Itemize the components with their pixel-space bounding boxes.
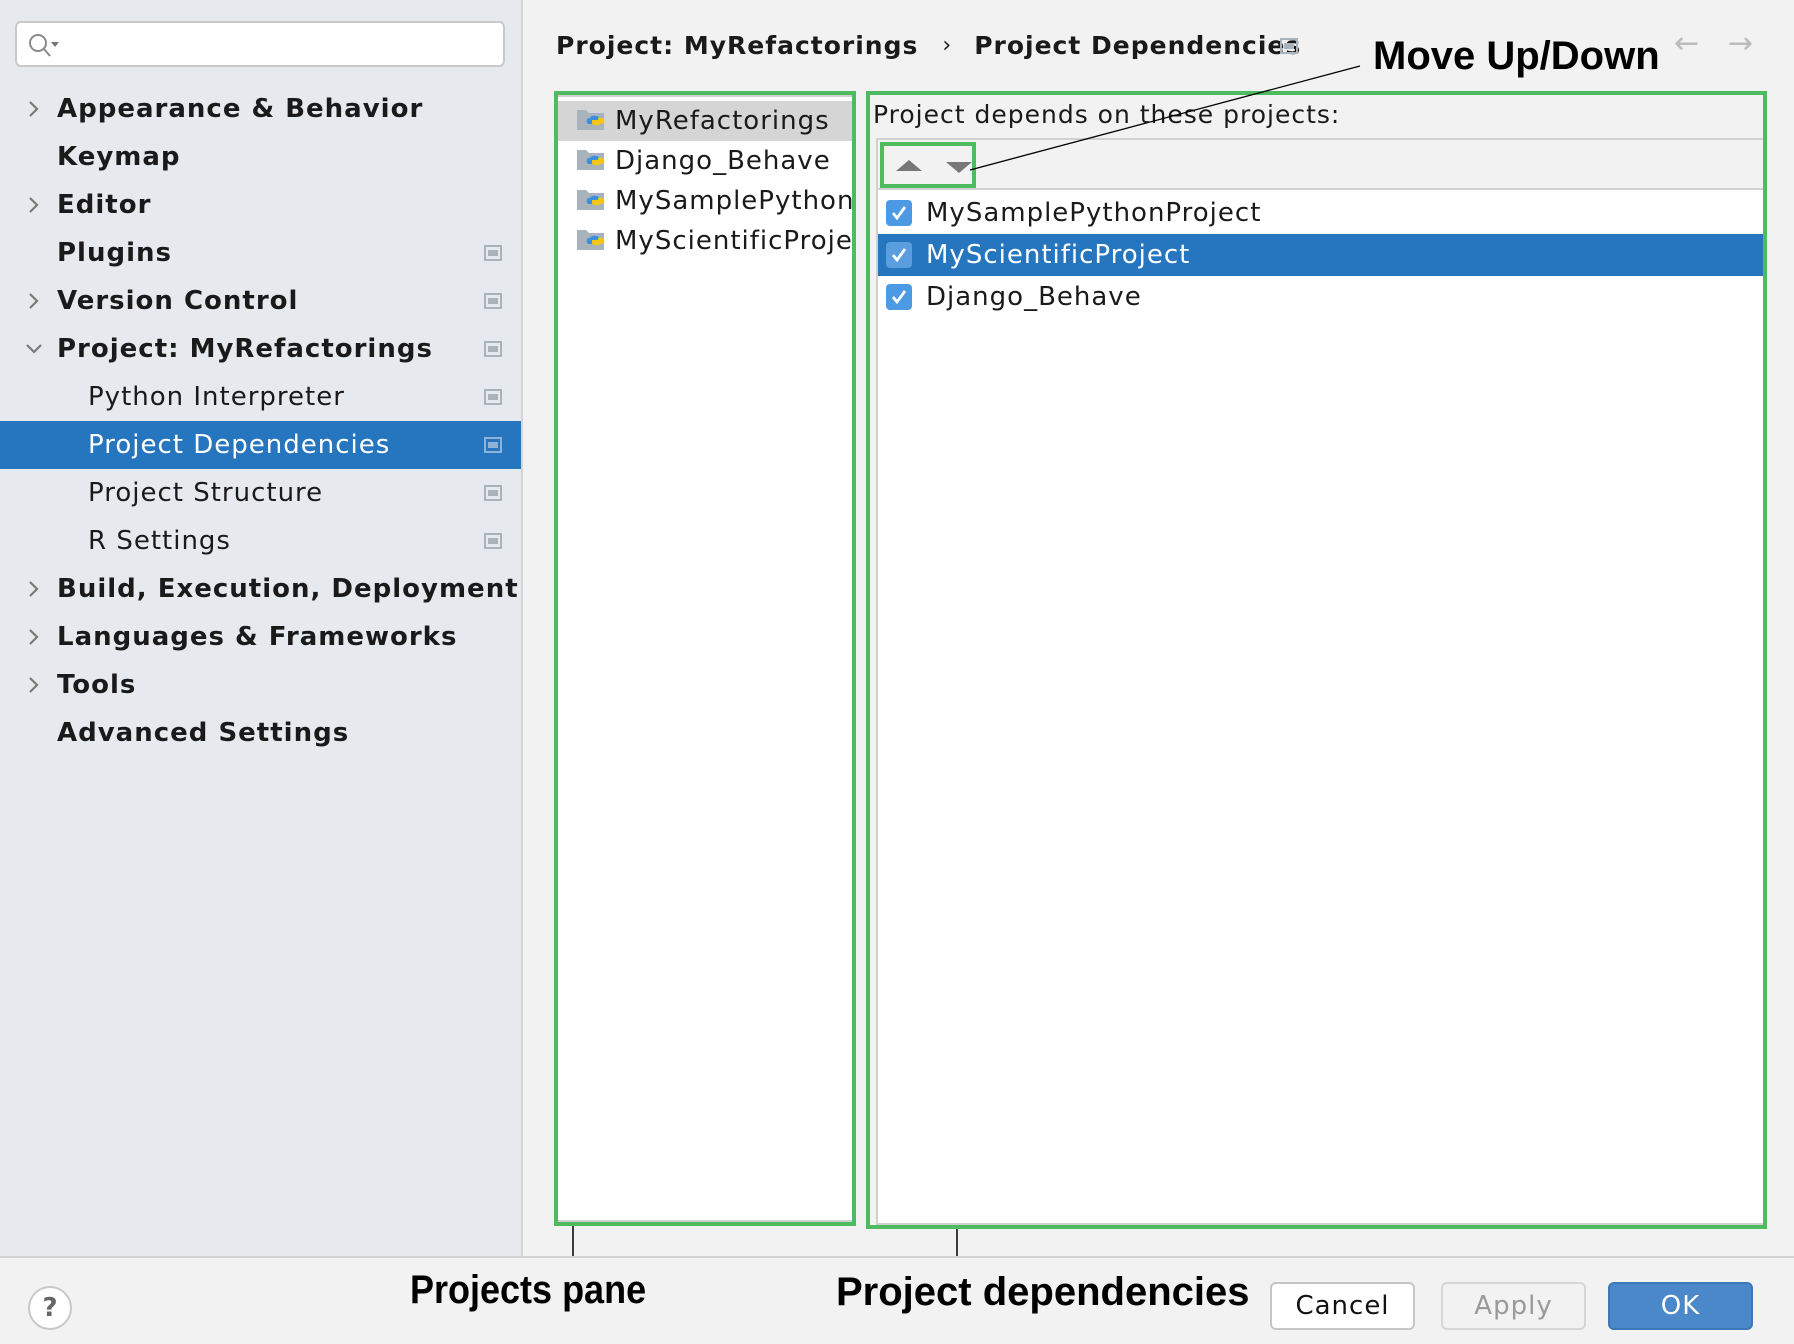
dependency-list-item[interactable]: MyScientificProject [878, 234, 1763, 276]
sidebar-item-label: Project: MyRefactorings [57, 334, 433, 364]
search-icon [29, 34, 59, 57]
breadcrumb-project[interactable]: Project: MyRefactorings [556, 31, 918, 60]
project-scope-icon [484, 293, 502, 309]
sidebar-item-label: Tools [57, 670, 137, 700]
project-scope-icon [1280, 38, 1298, 54]
sidebar-item-label: Build, Execution, Deployment [57, 574, 519, 604]
checkmark-icon [891, 206, 907, 221]
dependency-checkbox[interactable] [886, 200, 912, 226]
sidebar-item-label: Version Control [57, 286, 299, 316]
sidebar-item-label: Plugins [57, 238, 172, 268]
dependencies-pane: Project depends on these projects: MySam… [866, 91, 1767, 1229]
dependency-checkbox[interactable] [886, 284, 912, 310]
project-scope-icon [484, 437, 502, 453]
cancel-button[interactable]: Cancel [1270, 1282, 1415, 1330]
sidebar-item-label: Appearance & Behavior [57, 94, 424, 124]
dependency-name: MySamplePythonProject [926, 198, 1262, 228]
dependencies-title: Project depends on these projects: [873, 100, 1341, 129]
project-list-item[interactable]: MyRefactorings [558, 101, 852, 141]
dependency-name: MyScientificProject [926, 240, 1191, 270]
python-project-folder-icon [576, 146, 606, 176]
sidebar-item-label: Languages & Frameworks [57, 622, 458, 652]
project-name: MySamplePythonProject [615, 186, 855, 216]
chevron-right-icon[interactable] [24, 579, 44, 599]
project-scope-icon [484, 533, 502, 549]
sidebar-item-project-myrefactorings[interactable]: Project: MyRefactorings [0, 325, 521, 373]
breadcrumb: Project: MyRefactorings › Project Depend… [556, 28, 1301, 62]
sidebar-item-label: Advanced Settings [57, 718, 350, 748]
project-list-item[interactable]: MySamplePythonProject [558, 181, 852, 221]
project-scope-icon [484, 485, 502, 501]
back-arrow-icon[interactable]: ← [1674, 26, 1699, 61]
sidebar-item-languages-frameworks[interactable]: Languages & Frameworks [0, 613, 521, 661]
sidebar-item-label: Editor [57, 190, 152, 220]
sidebar-item-project-structure[interactable]: Project Structure [0, 469, 521, 517]
breadcrumb-current: Project Dependencies [974, 30, 1302, 60]
annotation-move-up-down: Move Up/Down [1373, 34, 1660, 78]
chevron-right-icon[interactable] [24, 195, 44, 215]
move-down-button[interactable] [946, 162, 972, 173]
sidebar-item-plugins[interactable]: Plugins [0, 229, 521, 277]
sidebar-item-editor[interactable]: Editor [0, 181, 521, 229]
project-list-item[interactable]: Django_Behave [558, 141, 852, 181]
project-name: MyScientificProject [615, 226, 856, 256]
sidebar-item-build-execution-deployment[interactable]: Build, Execution, Deployment [0, 565, 521, 613]
dependency-checkbox[interactable] [886, 242, 912, 268]
move-up-button[interactable] [896, 160, 922, 171]
apply-button[interactable]: Apply [1441, 1282, 1586, 1330]
chevron-right-icon[interactable] [24, 99, 44, 119]
sidebar-item-label: Keymap [57, 142, 181, 172]
forward-arrow-icon[interactable]: → [1728, 26, 1753, 61]
sidebar-item-python-interpreter[interactable]: Python Interpreter [0, 373, 521, 421]
annotation-project-dependencies: Project dependencies [836, 1270, 1250, 1314]
sidebar-item-project-dependencies[interactable]: Project Dependencies [0, 421, 521, 469]
search-input[interactable] [15, 21, 505, 67]
project-list-item[interactable]: MyScientificProject [558, 221, 852, 261]
projects-pane: MyRefactorings Django_Behave MySamplePytho… [554, 91, 856, 1226]
python-project-folder-icon [576, 106, 606, 136]
checkmark-icon [891, 290, 907, 305]
sidebar-item-advanced-settings[interactable]: Advanced Settings [0, 709, 521, 757]
sidebar-item-tools[interactable]: Tools [0, 661, 521, 709]
chevron-down-icon[interactable] [24, 339, 44, 359]
chevron-right-icon[interactable] [24, 627, 44, 647]
annotation-projects-pane: Projects pane [410, 1268, 647, 1312]
dependency-list-item[interactable]: Django_Behave [878, 276, 1763, 318]
project-scope-icon [484, 245, 502, 261]
dependencies-list: MySamplePythonProject MyScientificProject… [876, 138, 1763, 1225]
python-project-folder-icon [576, 226, 606, 256]
ok-button[interactable]: OK [1608, 1282, 1753, 1330]
sidebar-item-label: Project Dependencies [88, 430, 391, 460]
sidebar-item-r-settings[interactable]: R Settings [0, 517, 521, 565]
breadcrumb-separator: › [942, 32, 953, 58]
sidebar-item-label: Project Structure [88, 478, 324, 508]
dependency-list-item[interactable]: MySamplePythonProject [878, 192, 1763, 234]
chevron-right-icon[interactable] [24, 675, 44, 695]
chevron-right-icon[interactable] [24, 291, 44, 311]
python-project-folder-icon [576, 186, 606, 216]
project-scope-icon [484, 389, 502, 405]
dependencies-toolbar [878, 140, 1763, 190]
settings-sidebar: Appearance & Behavior Keymap Editor Plugins… [0, 0, 523, 1256]
move-up-down-highlight [880, 142, 976, 188]
help-button[interactable]: ? [28, 1286, 72, 1330]
sidebar-item-label: R Settings [88, 526, 231, 556]
dependency-name: Django_Behave [926, 282, 1142, 312]
sidebar-item-label: Python Interpreter [88, 382, 345, 412]
project-name: Django_Behave [615, 146, 831, 176]
sidebar-item-keymap[interactable]: Keymap [0, 133, 521, 181]
sidebar-item-appearance-behavior[interactable]: Appearance & Behavior [0, 85, 521, 133]
checkmark-icon [891, 248, 907, 263]
project-scope-icon [484, 341, 502, 357]
sidebar-item-version-control[interactable]: Version Control [0, 277, 521, 325]
project-name: MyRefactorings [615, 106, 830, 136]
